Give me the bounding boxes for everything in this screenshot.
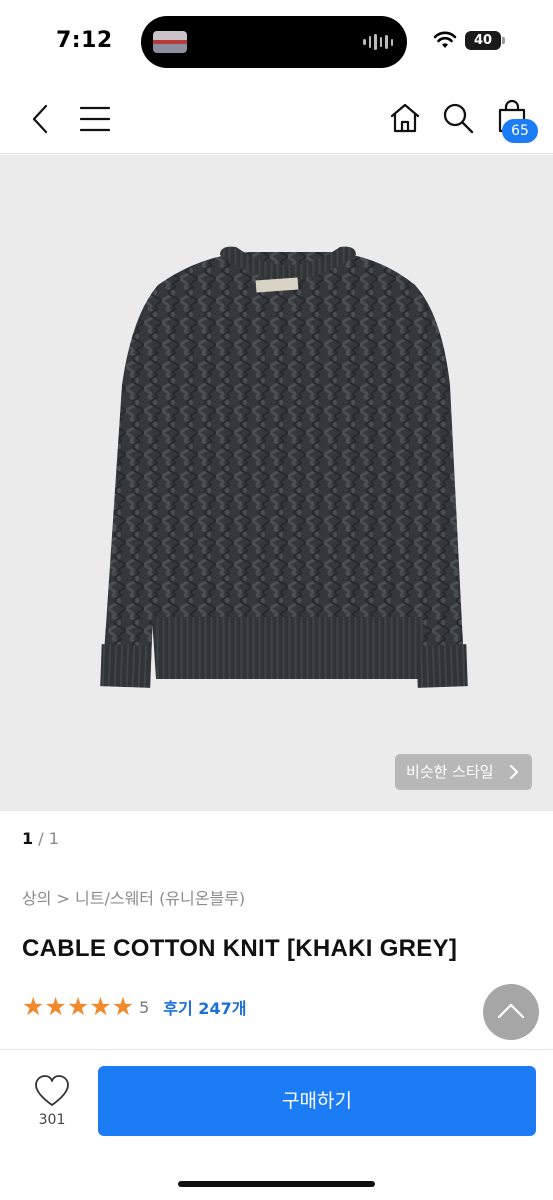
dynamic-island xyxy=(141,16,407,68)
home-icon[interactable] xyxy=(389,102,421,134)
review-count-link[interactable]: 후기 247개 xyxy=(163,995,246,1019)
product-image[interactable] xyxy=(0,155,553,811)
scroll-to-top-button[interactable] xyxy=(483,984,539,1040)
battery-level: 40 xyxy=(473,33,493,48)
audio-wave-icon xyxy=(363,34,393,50)
wifi-icon xyxy=(433,31,457,48)
breadcrumb[interactable]: 상의 > 니트/스웨터 (유니온블루) xyxy=(22,885,245,909)
battery-cap xyxy=(502,37,505,44)
similar-style-label: 비슷한 스타일 xyxy=(406,763,494,781)
chevron-up-icon xyxy=(497,1003,525,1019)
status-bar: 7:12 40 xyxy=(0,0,553,84)
pager-current: 1 xyxy=(22,829,34,848)
chevron-left-icon[interactable] xyxy=(28,103,52,135)
hamburger-menu-icon[interactable] xyxy=(80,106,110,132)
rating-score: 5 xyxy=(139,997,150,1017)
rating-row: ★ ★ ★ ★ ★ 5 후기 247개 xyxy=(22,994,246,1020)
product-title: CABLE COTTON KNIT [KHAKI GREY] xyxy=(22,935,458,962)
now-playing-thumbnail xyxy=(153,31,187,53)
home-indicator xyxy=(178,1181,375,1187)
sweater-image xyxy=(100,246,468,688)
search-icon[interactable] xyxy=(442,102,474,134)
image-pager: 1 / 1 xyxy=(22,829,59,848)
bottom-bar-divider xyxy=(0,1049,553,1050)
star-icon: ★ xyxy=(66,992,90,1021)
status-time: 7:12 xyxy=(56,28,113,53)
battery-icon: 40 xyxy=(465,31,501,50)
star-icon: ★ xyxy=(111,992,135,1021)
star-icon: ★ xyxy=(44,992,67,1021)
star-icon: ★ xyxy=(89,992,112,1021)
similar-style-button[interactable]: 비슷한 스타일 xyxy=(395,754,532,790)
cart-count-badge[interactable]: 65 xyxy=(502,119,538,143)
wishlist-button[interactable]: 301 xyxy=(28,1074,76,1134)
chevron-right-icon xyxy=(510,765,519,779)
heart-icon xyxy=(35,1075,69,1106)
star-icon: ★ xyxy=(22,992,45,1021)
wishlist-count: 301 xyxy=(38,1112,66,1128)
buy-button[interactable]: 구매하기 xyxy=(98,1066,536,1136)
pager-total: / 1 xyxy=(38,829,59,848)
